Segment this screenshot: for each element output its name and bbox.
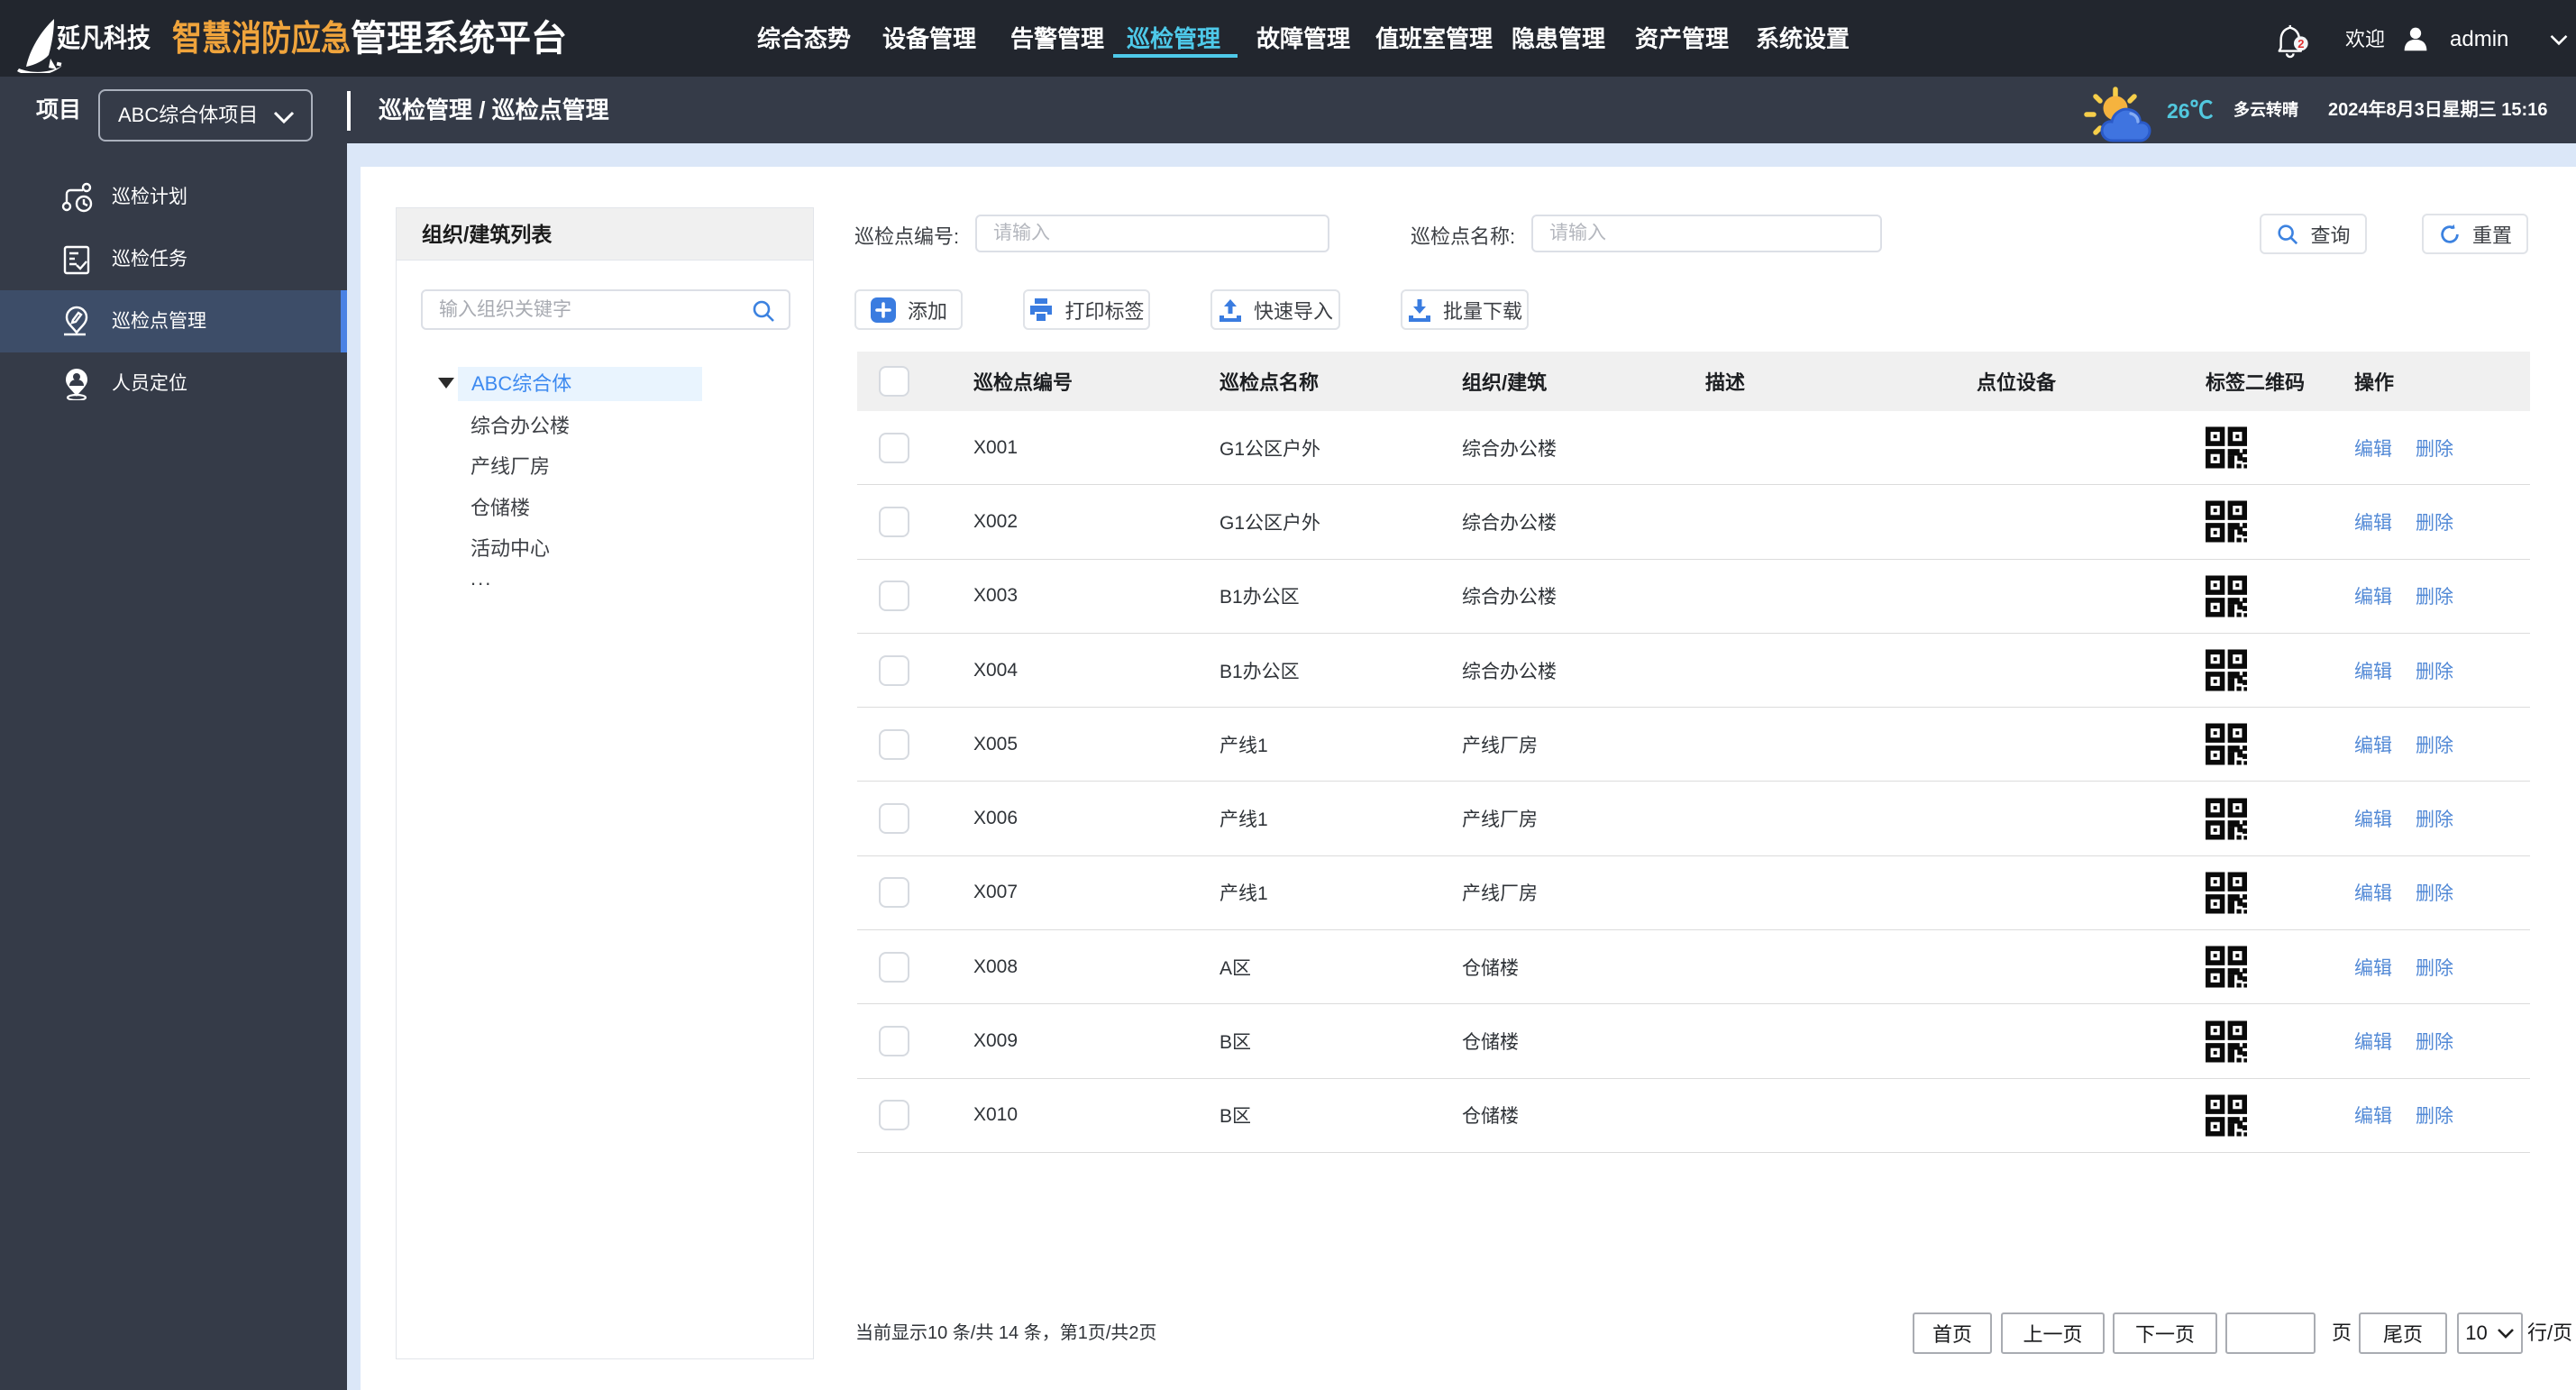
svg-text:2: 2 [2297,37,2304,50]
